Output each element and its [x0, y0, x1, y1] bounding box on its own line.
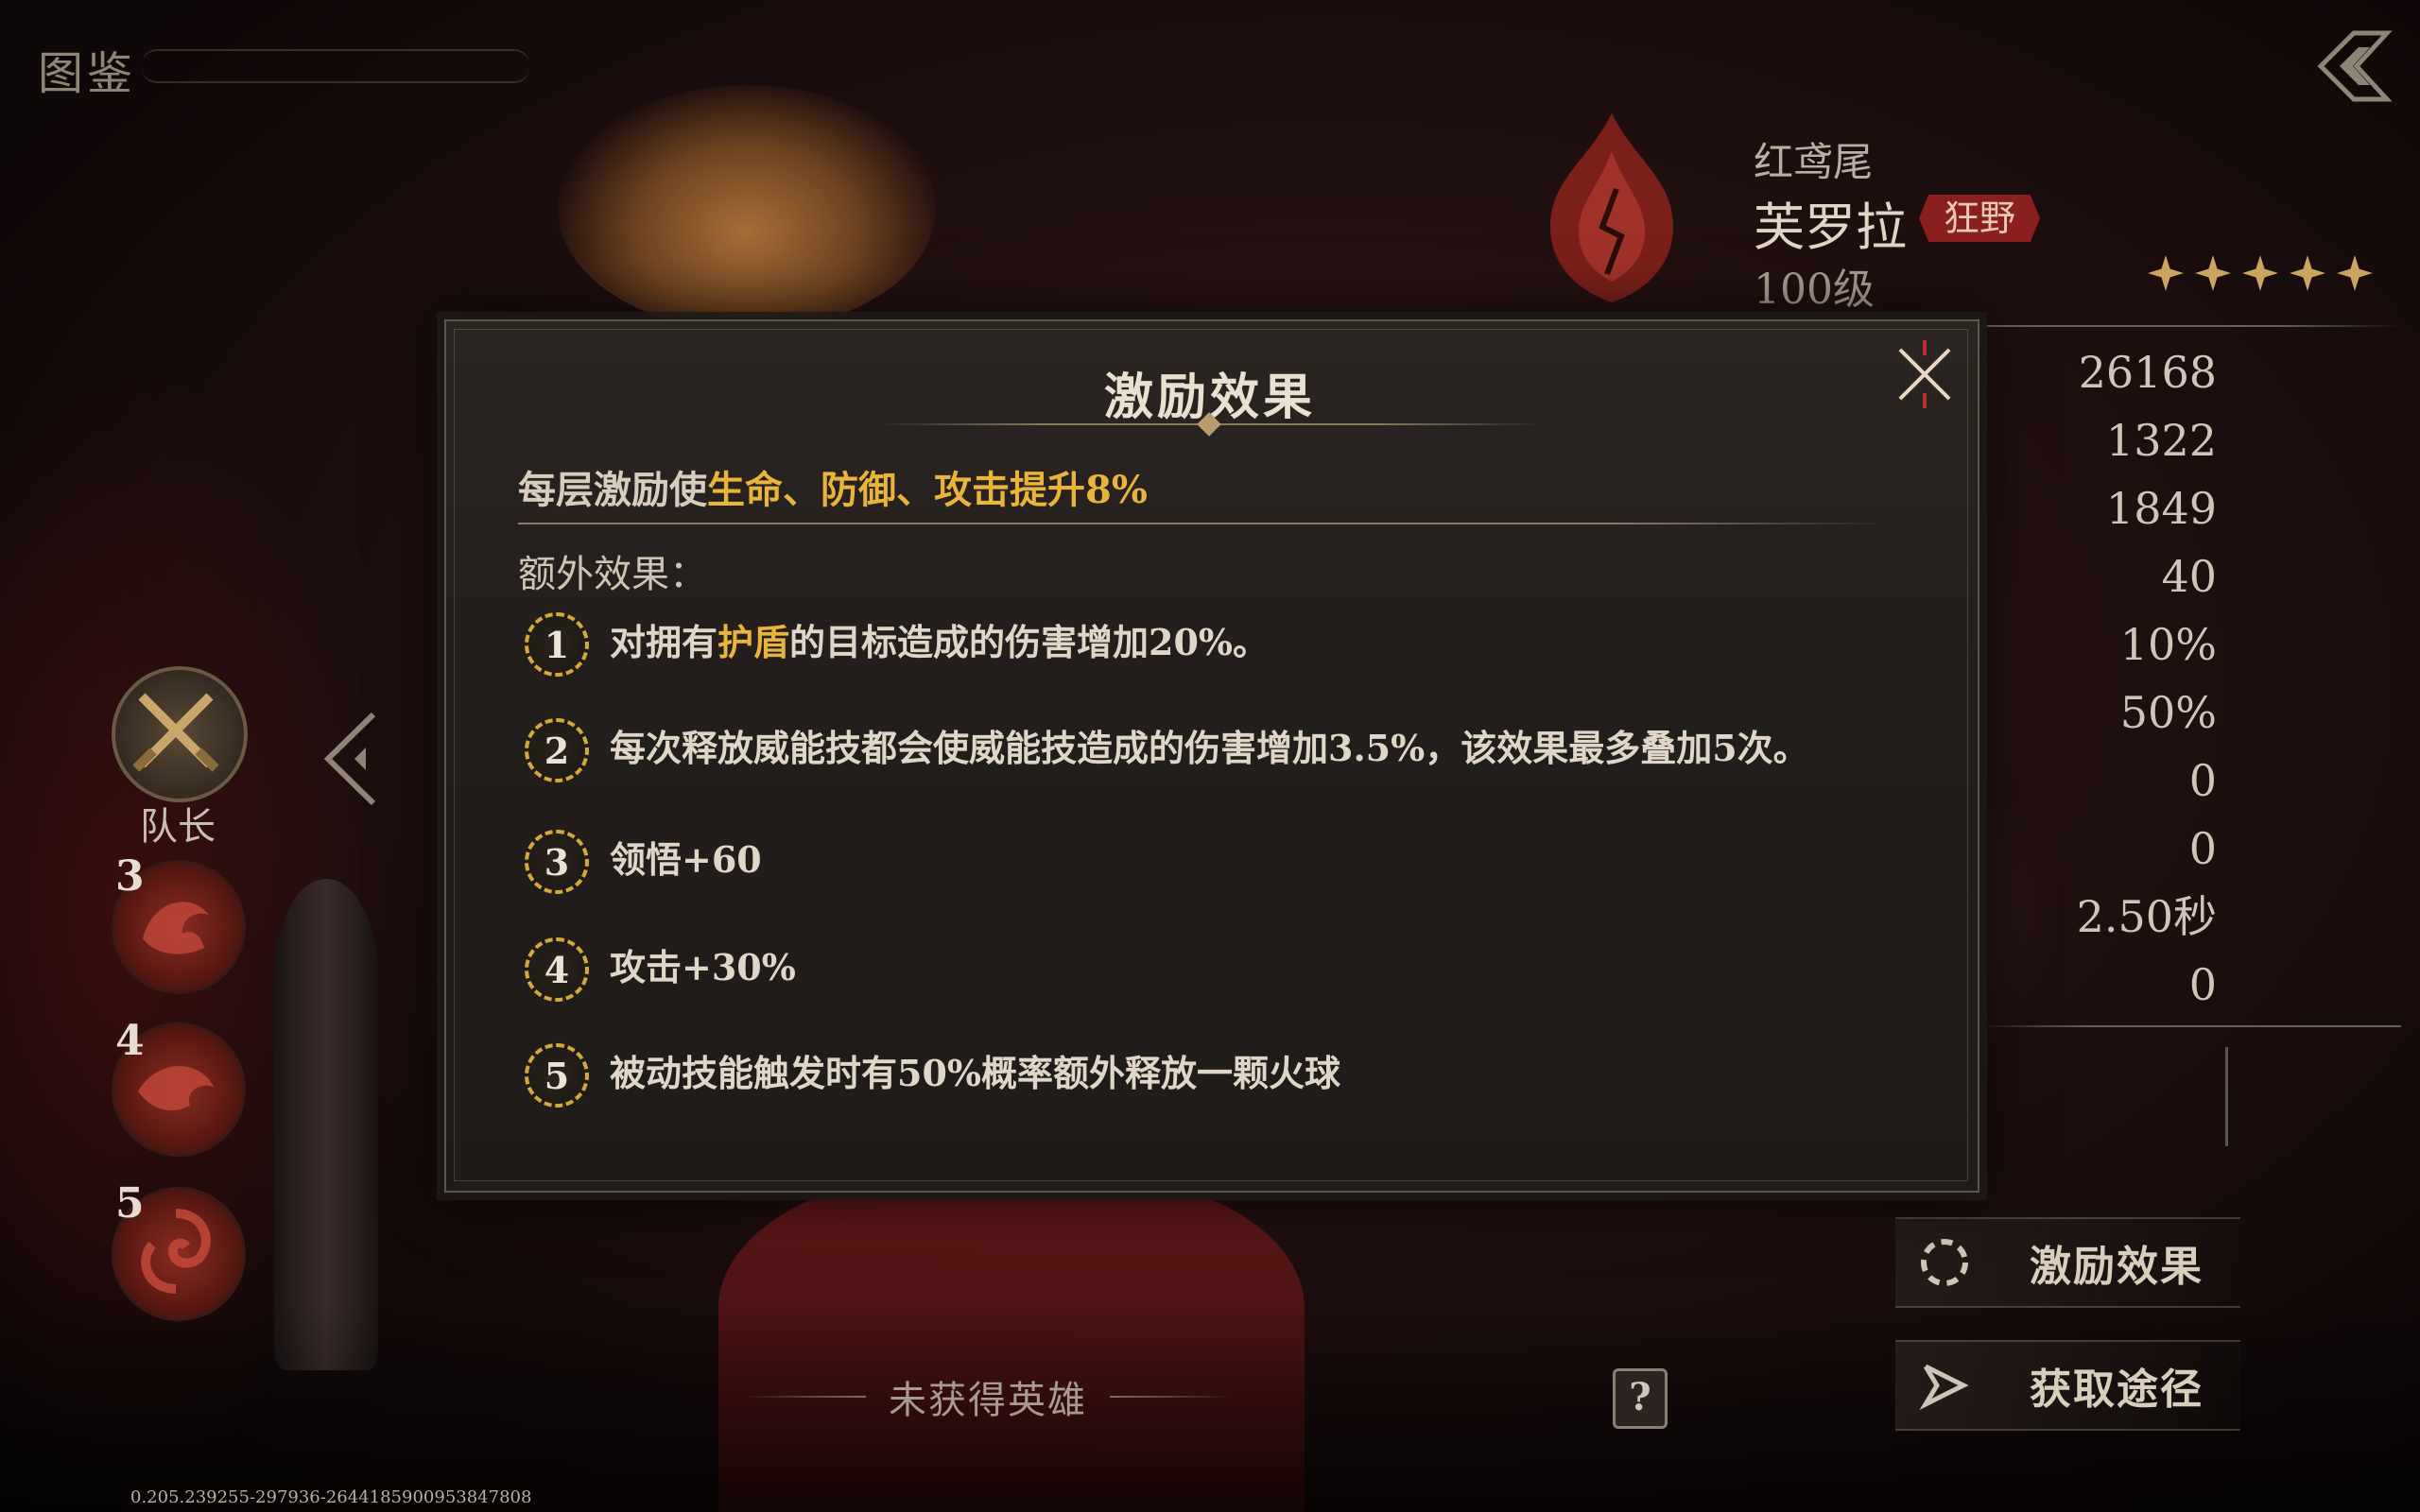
star-icon [2337, 255, 2373, 291]
effect-keyword: 护盾 [717, 621, 790, 663]
back-button[interactable] [2307, 19, 2401, 113]
effect-number-badge: 3 [525, 830, 589, 894]
effect-text: 领悟+60 [610, 838, 762, 881]
slot-number: 5 [115, 1179, 145, 1228]
effect-text: 被动技能触发时有50%概率额外释放一颗火球 [610, 1052, 1340, 1094]
collapse-arrow-icon[interactable] [317, 707, 383, 811]
obtain-source-button[interactable]: 获取途径 [1895, 1340, 2240, 1431]
captain-slot[interactable] [112, 666, 248, 802]
effect-text: 每次释放威能技都会使威能技造成的伤害增加3.5%，该效果最多叠加5次。 [610, 727, 1809, 769]
summary-highlight: 生命、防御、攻击提升8% [707, 468, 1148, 512]
divider [1966, 1025, 2401, 1027]
star-icon [2148, 255, 2184, 291]
stone-pillar [274, 879, 378, 1370]
effect-number-badge: 4 [525, 937, 589, 1002]
unowned-hero-label: 未获得英雄 [889, 1379, 1087, 1422]
effect-item: 2 每次释放威能技都会使威能技造成的伤害增加3.5%，该效果最多叠加5次。 [525, 718, 1867, 782]
back-arrow-icon [2317, 30, 2393, 102]
effect-text-part: 对拥有 [610, 621, 718, 663]
arrow-right-icon [1916, 1357, 1973, 1414]
star-icon [2290, 255, 2325, 291]
scrollbar[interactable] [2225, 1047, 2228, 1146]
title-ornament [142, 49, 529, 83]
effect-text: 对拥有护盾的目标造成的伤害增加20%。 [610, 612, 1269, 665]
extra-effect-label: 额外效果： [518, 553, 707, 596]
captain-label: 队长 [140, 805, 216, 849]
hero-title: 红鸢尾 [1754, 139, 1874, 185]
effect-number-badge: 5 [525, 1043, 589, 1108]
divider [518, 523, 1889, 524]
close-icon [1898, 340, 1951, 408]
crossed-swords-icon [132, 693, 219, 772]
close-button[interactable] [1887, 336, 1962, 412]
effect-item: 5 被动技能触发时有50%概率额外释放一颗火球 [525, 1043, 1867, 1108]
help-book-button[interactable]: ? [1613, 1368, 1668, 1429]
dashed-ring-icon [1916, 1234, 1973, 1291]
slot-number: 3 [115, 852, 145, 901]
effect-item: 3 领悟+60 [525, 830, 1867, 894]
hero-name: 芙罗拉 [1754, 198, 1907, 257]
inspire-summary: 每层激励使生命、防御、攻击提升8% [518, 459, 1148, 514]
obtain-source-label: 获取途径 [2030, 1366, 2204, 1414]
hero-level: 100级 [1754, 266, 1875, 314]
slot-number: 4 [115, 1017, 145, 1065]
summary-prefix: 每层激励使 [518, 468, 707, 512]
unowned-hero-banner: 未获得英雄 [728, 1368, 1248, 1425]
star-rating [2148, 255, 2373, 291]
hero-faction-tag: 狂野 [1919, 195, 2041, 242]
dragon-silhouette [558, 85, 936, 331]
wild-faction-emblem-icon [1531, 104, 1692, 312]
effect-item: 4 攻击+30% [525, 937, 1867, 1002]
page-title: 图鉴 [38, 47, 137, 100]
effect-number-badge: 1 [525, 612, 589, 677]
ornament-line [1110, 1396, 1233, 1398]
effect-text-part: 的目标造成的伤害增加20%。 [789, 621, 1270, 663]
star-icon [2242, 255, 2278, 291]
effect-list[interactable]: 1 对拥有护盾的目标造成的伤害增加20%。 2 每次释放威能技都会使威能技造成的… [525, 612, 1867, 1153]
version-string: 0.205.239255-297936-2644185900953847808 [130, 1487, 532, 1507]
effect-number-badge: 2 [525, 718, 589, 782]
ornament-line [743, 1396, 866, 1398]
effect-item: 1 对拥有护盾的目标造成的伤害增加20%。 [525, 612, 1867, 677]
effect-text: 攻击+30% [610, 946, 796, 988]
inspire-effect-button[interactable]: 激励效果 [1895, 1217, 2240, 1308]
star-icon [2195, 255, 2231, 291]
inspire-effect-label: 激励效果 [2030, 1243, 2204, 1291]
